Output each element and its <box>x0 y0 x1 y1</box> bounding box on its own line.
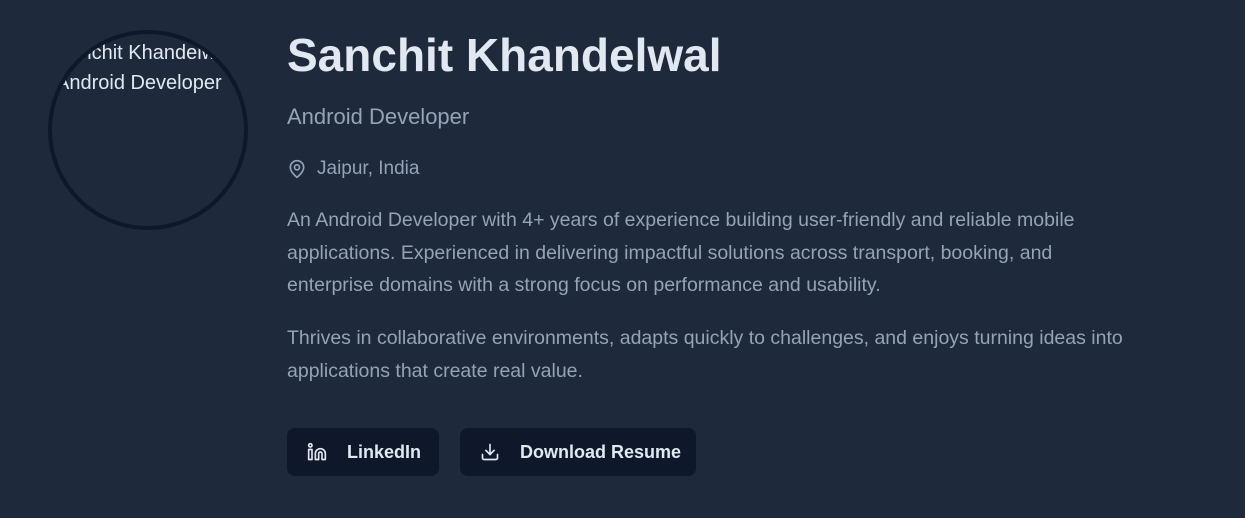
bio-paragraph-2: Thrives in collaborative environments, a… <box>287 327 1123 382</box>
download-resume-button[interactable]: Download Resume <box>460 428 696 476</box>
avatar-alt-text: Sanchit Khandelwal - Android Developer <box>56 42 244 94</box>
download-resume-label: Download Resume <box>520 441 682 462</box>
bio-paragraph-1: An Android Developer with 4+ years of ex… <box>287 209 1075 296</box>
linkedin-button[interactable]: LinkedIn <box>287 428 439 476</box>
map-pin-icon <box>289 159 305 179</box>
avatar: Sanchit Khandelwal - Android Developer <box>48 30 248 230</box>
profile-name: Sanchit Khandelwal <box>287 29 722 81</box>
location-text: Jaipur, India <box>317 158 420 179</box>
profile-role: Android Developer <box>287 104 470 129</box>
linkedin-label: LinkedIn <box>347 441 422 462</box>
location: Jaipur, India <box>287 157 419 181</box>
linkedin-icon <box>307 442 327 461</box>
download-icon <box>481 443 499 461</box>
